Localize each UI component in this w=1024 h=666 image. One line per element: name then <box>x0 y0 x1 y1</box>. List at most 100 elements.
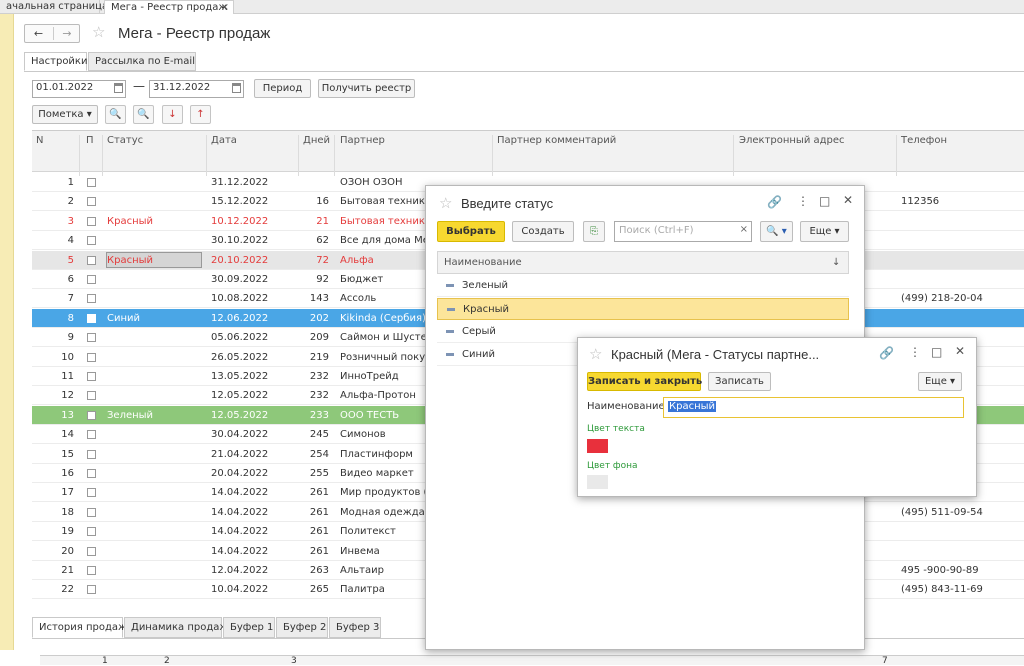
col-p[interactable]: П <box>86 135 94 146</box>
date-cell: 14.04.2022 <box>211 545 269 557</box>
list-item[interactable]: Зеленый <box>437 275 849 297</box>
mark-checkbox[interactable] <box>87 507 96 517</box>
more-menu-icon[interactable]: ⋮ <box>797 194 809 208</box>
col-email[interactable]: Электронный адрес <box>739 135 845 146</box>
status-cell: Синий <box>107 312 141 324</box>
close-tab-icon[interactable]: × <box>221 1 229 14</box>
tab-settings[interactable]: Настройки <box>24 52 87 71</box>
mark-checkbox[interactable] <box>87 313 96 323</box>
search-cancel-icon[interactable]: 🔍 <box>133 105 154 124</box>
get-registry-button[interactable]: Получить реестр <box>318 79 415 98</box>
maximize-icon[interactable]: □ <box>819 194 830 208</box>
mark-checkbox[interactable] <box>87 546 96 556</box>
date-to-field[interactable]: 31.12.2022 <box>149 80 244 98</box>
tab-buffer-3[interactable]: Буфер 3 <box>329 617 381 638</box>
more-menu-icon[interactable]: ⋮ <box>909 345 921 359</box>
tab-buffer-1[interactable]: Буфер 1 <box>223 617 275 638</box>
back-arrow-icon[interactable]: ← <box>25 27 52 40</box>
mark-checkbox[interactable] <box>87 488 96 498</box>
days-cell: 261 <box>309 526 329 538</box>
row-number: 12 <box>61 390 74 402</box>
name-input-value: Красный <box>668 401 717 412</box>
more-button[interactable]: Еще ▾ <box>918 372 962 391</box>
mark-checkbox[interactable] <box>87 236 96 246</box>
clear-icon[interactable]: × <box>740 224 748 235</box>
save-button[interactable]: Записать <box>708 372 771 391</box>
sort-ascending-icon[interactable]: ↓ <box>162 105 183 124</box>
mark-checkbox[interactable] <box>87 566 96 575</box>
maximize-icon[interactable]: □ <box>931 345 942 359</box>
mark-checkbox[interactable] <box>87 294 96 304</box>
name-input[interactable]: Красный <box>663 397 964 418</box>
link-icon[interactable]: 🔗 <box>767 195 782 209</box>
phone-cell: (495) 843-11-69 <box>901 584 983 596</box>
calendar-icon[interactable] <box>232 83 241 93</box>
date-cell: 26.05.2022 <box>211 351 269 363</box>
save-and-close-button[interactable]: Записать и закрыть <box>587 372 702 391</box>
days-cell: 21 <box>316 215 329 227</box>
tab-sales-registry[interactable]: Мега - Реестр продаж × <box>104 0 234 14</box>
close-icon[interactable]: ✕ <box>955 344 965 358</box>
calendar-icon[interactable] <box>114 83 123 93</box>
search-options-button[interactable]: 🔍 ▾ <box>760 221 793 242</box>
period-button[interactable]: Период <box>254 79 311 98</box>
mark-button[interactable]: Пометка ▾ <box>32 105 98 124</box>
mark-checkbox[interactable] <box>87 178 96 187</box>
list-item-label: Зеленый <box>462 280 509 291</box>
text-color-swatch[interactable] <box>587 439 608 453</box>
mark-checkbox[interactable] <box>87 449 96 459</box>
col-date[interactable]: Дата <box>211 135 237 146</box>
col-status[interactable]: Статус <box>107 135 143 146</box>
mark-checkbox[interactable] <box>87 391 96 401</box>
create-button[interactable]: Создать <box>512 221 574 242</box>
favorite-star-icon[interactable]: ☆ <box>439 194 452 212</box>
row-number: 13 <box>61 409 74 421</box>
tab-home[interactable]: ачальная страница <box>0 0 108 14</box>
tab-sales-history[interactable]: История продаж <box>32 617 127 638</box>
date-from-field[interactable]: 01.01.2022 <box>32 80 126 98</box>
mark-checkbox[interactable] <box>87 527 96 537</box>
mark-checkbox[interactable] <box>87 275 96 284</box>
link-icon[interactable]: 🔗 <box>879 346 894 360</box>
mark-checkbox[interactable] <box>87 197 96 207</box>
days-cell: 263 <box>309 565 329 576</box>
mark-checkbox[interactable] <box>87 585 96 595</box>
row-number: 15 <box>61 448 74 460</box>
search-input[interactable]: Поиск (Ctrl+F) × <box>614 221 752 242</box>
mark-checkbox[interactable] <box>87 216 96 226</box>
mark-checkbox[interactable] <box>87 255 96 265</box>
col-partner-comment[interactable]: Партнер комментарий <box>497 135 616 146</box>
tab-sales-dynamics[interactable]: Динамика продаж <box>124 617 228 638</box>
mark-checkbox[interactable] <box>87 352 96 362</box>
close-icon[interactable]: ✕ <box>843 193 853 207</box>
col-phone[interactable]: Телефон <box>901 135 947 146</box>
sort-down-icon[interactable]: ↓ <box>832 257 840 268</box>
col-n[interactable]: N <box>36 135 43 146</box>
mark-checkbox[interactable] <box>87 430 96 440</box>
select-button[interactable]: Выбрать <box>437 221 505 242</box>
copy-icon[interactable]: ⎘ <box>583 221 605 242</box>
tab-email[interactable]: Рассылка по E-mail <box>88 52 196 71</box>
favorite-star-icon[interactable]: ☆ <box>92 23 105 41</box>
row-number: 16 <box>61 468 74 479</box>
mark-checkbox[interactable] <box>87 333 96 343</box>
bg-color-swatch[interactable] <box>587 475 608 489</box>
nav-buttons: ← → <box>24 24 80 43</box>
days-cell: 219 <box>309 351 329 363</box>
col-days[interactable]: Дней <box>303 135 330 146</box>
col-name[interactable]: Наименование <box>444 257 522 268</box>
more-button[interactable]: Еще ▾ <box>800 221 849 242</box>
mark-checkbox[interactable] <box>87 469 96 478</box>
list-item-selected[interactable]: Красный <box>437 298 849 320</box>
col-partner[interactable]: Партнер <box>340 135 385 146</box>
mark-checkbox[interactable] <box>87 372 96 381</box>
forward-arrow-icon[interactable]: → <box>53 27 80 40</box>
mark-checkbox[interactable] <box>87 410 96 420</box>
window-tab-bar: ачальная страница Мега - Реестр продаж × <box>0 0 1024 14</box>
tab-buffer-2[interactable]: Буфер 2 <box>276 617 328 638</box>
days-cell: 232 <box>309 371 329 382</box>
search-icon[interactable]: 🔍 <box>105 105 126 124</box>
sort-descending-icon[interactable]: ↑ <box>190 105 211 124</box>
favorite-star-icon[interactable]: ☆ <box>589 345 602 363</box>
page-title: Мега - Реестр продаж <box>118 25 271 42</box>
